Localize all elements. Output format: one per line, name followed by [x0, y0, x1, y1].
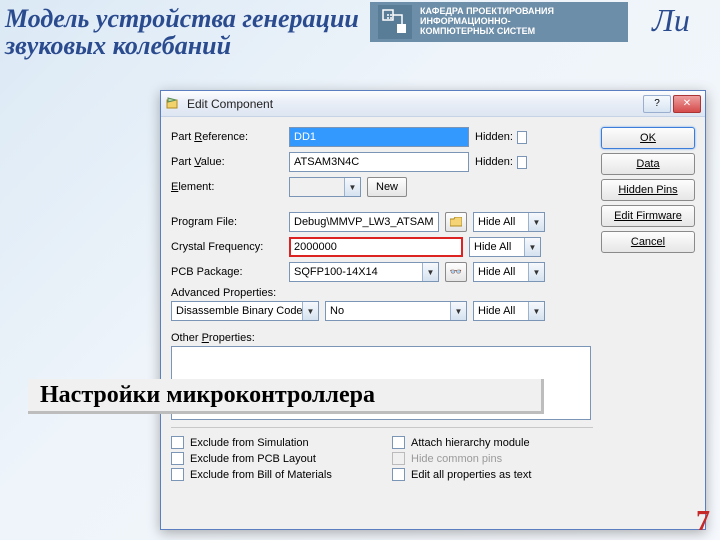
exclude-pcb-label: Exclude from PCB Layout — [190, 453, 316, 465]
part-ref-hidden-checkbox[interactable] — [517, 131, 527, 144]
advprop-value-dropdown[interactable] — [325, 301, 467, 321]
caption-box: Настройки микроконтроллера — [28, 379, 544, 414]
divider — [171, 427, 593, 428]
edit-firmware-button[interactable]: Edit Firmware — [601, 205, 695, 227]
edit-as-text-label: Edit all properties as text — [411, 469, 531, 481]
exclude-pcb-checkbox[interactable] — [171, 452, 184, 465]
hide-common-pins-label: Hide common pins — [411, 453, 502, 465]
chevron-down-icon: ▼ — [528, 302, 544, 320]
part-val-hidden-checkbox[interactable] — [517, 156, 527, 169]
chevron-down-icon: ▼ — [422, 263, 438, 281]
program-file-input[interactable] — [289, 212, 439, 232]
page-number: 7 — [696, 506, 710, 538]
folder-icon — [450, 217, 462, 227]
hidden-label-2: Hidden: — [475, 156, 513, 168]
exclude-sim-checkbox[interactable] — [171, 436, 184, 449]
program-file-label: Program File: — [171, 216, 283, 228]
pcb-lookup-button[interactable]: 👓 — [445, 262, 467, 282]
org-logo: Ли — [632, 2, 710, 42]
new-element-button[interactable]: New — [367, 177, 407, 197]
advanced-properties-label: Advanced Properties: — [171, 287, 276, 299]
crystal-frequency-label: Crystal Frequency: — [171, 241, 283, 253]
hidden-label-1: Hidden: — [475, 131, 513, 143]
window-help-button[interactable]: ? — [643, 95, 671, 113]
window-title: Edit Component — [187, 97, 643, 111]
pcb-package-dropdown[interactable] — [289, 262, 439, 282]
chevron-down-icon: ▼ — [528, 263, 544, 281]
chevron-down-icon: ▼ — [450, 302, 466, 320]
department-text: КАФЕДРА ПРОЕКТИРОВАНИЯ ИНФОРМАЦИОННО- КО… — [420, 7, 554, 37]
window-close-button[interactable]: ✕ — [673, 95, 701, 113]
exclude-bom-checkbox[interactable] — [171, 468, 184, 481]
attach-hierarchy-label: Attach hierarchy module — [411, 437, 530, 449]
chevron-down-icon: ▼ — [524, 238, 540, 256]
app-icon — [165, 96, 181, 112]
edit-component-window: Edit Component ? ✕ Part Reference: Hidde… — [160, 90, 706, 530]
part-reference-input[interactable] — [289, 127, 469, 147]
hide-common-pins-checkbox — [392, 452, 405, 465]
attach-hierarchy-checkbox[interactable] — [392, 436, 405, 449]
binoculars-icon: 👓 — [450, 267, 462, 278]
advprop-name-dropdown[interactable] — [171, 301, 319, 321]
element-label: Element: — [171, 181, 283, 193]
part-value-label: Part Value: — [171, 156, 283, 168]
chevron-down-icon: ▼ — [528, 213, 544, 231]
part-reference-label: Part Reference: — [171, 131, 283, 143]
exclude-sim-label: Exclude from Simulation — [190, 437, 309, 449]
exclude-bom-label: Exclude from Bill of Materials — [190, 469, 332, 481]
chevron-down-icon: ▼ — [302, 302, 318, 320]
cancel-button[interactable]: Cancel — [601, 231, 695, 253]
department-banner: КАФЕДРА ПРОЕКТИРОВАНИЯ ИНФОРМАЦИОННО- КО… — [370, 2, 628, 42]
ok-button[interactable]: OK — [601, 127, 695, 149]
crystal-frequency-input[interactable] — [289, 237, 463, 257]
hidden-pins-button[interactable]: Hidden Pins — [601, 179, 695, 201]
other-properties-label: Other Properties: — [171, 332, 255, 344]
titlebar[interactable]: Edit Component ? ✕ — [161, 91, 705, 117]
pcb-package-label: PCB Package: — [171, 266, 283, 278]
part-value-input[interactable] — [289, 152, 469, 172]
edit-as-text-checkbox[interactable] — [392, 468, 405, 481]
chevron-down-icon: ▼ — [344, 178, 360, 196]
data-button[interactable]: Data — [601, 153, 695, 175]
browse-file-button[interactable] — [445, 212, 467, 232]
department-icon — [378, 5, 412, 39]
